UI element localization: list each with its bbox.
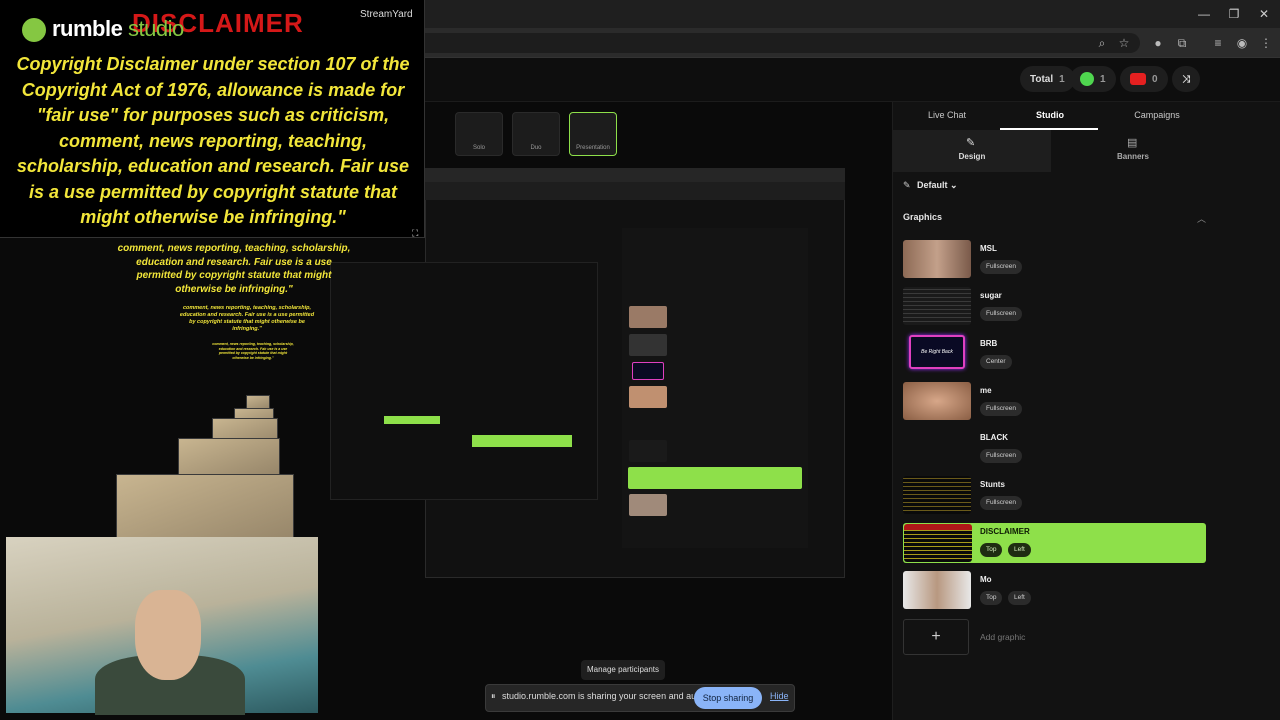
- position-tag: Top: [980, 543, 1003, 557]
- graphic-item-black[interactable]: BLACK Fullscreen: [903, 429, 1206, 469]
- rumble-studio-logo: rumble studio: [52, 16, 184, 41]
- graphic-item-sugar[interactable]: sugar Fullscreen: [903, 287, 1206, 327]
- graphic-thumbnail: [903, 571, 971, 609]
- stop-sharing-button[interactable]: Stop sharing: [694, 687, 762, 709]
- youtube-destination-pill[interactable]: 0: [1120, 66, 1168, 92]
- tab-campaigns[interactable]: Campaigns: [1107, 110, 1207, 120]
- layout-solo[interactable]: Solo: [455, 112, 503, 156]
- nested-browser-chrome: [425, 168, 845, 182]
- layout-duo[interactable]: Duo: [512, 112, 560, 156]
- nested-thumb: [632, 362, 664, 380]
- graphics-section-title: Graphics: [903, 212, 943, 222]
- tab-live-chat[interactable]: Live Chat: [897, 110, 997, 120]
- total-label: Total: [1030, 73, 1054, 85]
- nested-highlight-row: [628, 467, 802, 489]
- position-tag: Top: [980, 591, 1003, 605]
- add-graphic-button[interactable]: +: [903, 619, 969, 655]
- nested-thumb: [629, 306, 667, 328]
- chevron-up-icon[interactable]: ︿: [1197, 212, 1206, 225]
- subtab-design[interactable]: Design: [902, 152, 1042, 161]
- nested-address-bar: [425, 182, 845, 200]
- rumble-logo-icon: [22, 18, 46, 42]
- graphic-item-mo[interactable]: Mo Top Left: [903, 571, 1206, 611]
- graphic-thumbnail: [903, 287, 971, 325]
- theme-selector[interactable]: Default ⌄: [917, 180, 958, 191]
- zoom-icon[interactable]: ⌕: [1094, 35, 1110, 51]
- graphic-thumbnail: [903, 382, 971, 420]
- rumble-count: 1: [1100, 73, 1106, 85]
- nested-screen-share-deep: [330, 262, 598, 500]
- position-tag: Fullscreen: [980, 449, 1022, 463]
- graphic-thumbnail: [903, 240, 971, 278]
- disclaimer-text: Copyright Disclaimer under section 107 o…: [16, 54, 410, 227]
- nested-thumb: [629, 386, 667, 408]
- position-tag: Left: [1008, 591, 1031, 605]
- webcam-person-face: [135, 590, 201, 680]
- disclaimer-echo: comment, news reporting, teaching, schol…: [117, 243, 351, 295]
- bookmark-star-icon[interactable]: ☆: [1116, 35, 1132, 51]
- graphic-item-disclaimer[interactable]: DISCLAIMER Top Left: [903, 523, 1206, 563]
- graphic-item-brb[interactable]: Be Right Back BRB Center: [903, 335, 1206, 375]
- fullscreen-icon[interactable]: ⛶: [412, 228, 418, 239]
- restore-icon[interactable]: ❐: [1226, 6, 1242, 22]
- subtab-banners[interactable]: Banners: [1063, 152, 1203, 161]
- graphic-item-me[interactable]: me Fullscreen: [903, 382, 1206, 422]
- tab-studio[interactable]: Studio: [1000, 110, 1100, 120]
- graphic-item-msl[interactable]: MSL Fullscreen: [903, 240, 1206, 280]
- extension-icon[interactable]: ●: [1150, 35, 1166, 51]
- graphic-thumbnail: [904, 524, 972, 562]
- shuffle-icon: ⤨: [1182, 73, 1190, 85]
- minimize-icon[interactable]: —: [1196, 6, 1212, 22]
- profile-avatar[interactable]: ◉: [1234, 35, 1250, 51]
- position-tag: Fullscreen: [980, 402, 1022, 416]
- add-graphic-label[interactable]: Add graphic: [980, 632, 1025, 642]
- youtube-icon: [1130, 73, 1146, 85]
- graphic-item-stunts[interactable]: Stunts Fullscreen: [903, 476, 1206, 516]
- disclaimer-echo: comment, news reporting, teaching, schol…: [179, 305, 315, 332]
- graphic-thumbnail: [903, 476, 971, 514]
- position-tag: Center: [980, 355, 1012, 369]
- streamyard-brand: StreamYard: [360, 9, 413, 20]
- total-destinations-pill[interactable]: Total 1: [1020, 66, 1075, 92]
- rumble-icon: [1080, 72, 1094, 86]
- total-count: 1: [1059, 73, 1065, 85]
- nested-thumb: [629, 494, 667, 516]
- manage-participants-button[interactable]: Manage participants: [581, 660, 665, 680]
- graphic-thumbnail: [903, 429, 971, 467]
- position-tag: Fullscreen: [980, 307, 1022, 321]
- share-status-text: studio.rumble.com is sharing your screen…: [502, 691, 711, 701]
- nested-thumb: [629, 334, 667, 356]
- banner-icon: ▤: [1127, 137, 1138, 149]
- deep-highlight-row-2: [384, 416, 440, 424]
- address-bar[interactable]: b: [320, 33, 1140, 53]
- media-icon[interactable]: ≡: [1210, 35, 1226, 51]
- browser-menu-icon[interactable]: ⋮: [1258, 35, 1274, 51]
- position-tag: Fullscreen: [980, 260, 1022, 274]
- close-icon[interactable]: ✕: [1256, 6, 1272, 22]
- pause-icon: ⏸: [491, 691, 496, 701]
- graphic-thumbnail: Be Right Back: [909, 335, 965, 369]
- youtube-count: 0: [1152, 73, 1158, 85]
- shuffle-button[interactable]: ⤨: [1172, 66, 1200, 92]
- rumble-destination-pill[interactable]: 1: [1070, 66, 1116, 92]
- theme-edit-icon: ✎: [903, 180, 911, 190]
- chevron-down-icon: ⌄: [950, 180, 958, 190]
- deep-highlight-row: [472, 435, 572, 447]
- disclaimer-echo: comment, news reporting, teaching, schol…: [212, 342, 294, 360]
- position-tag: Left: [1008, 543, 1031, 557]
- plus-icon: +: [931, 628, 941, 645]
- puzzle-icon[interactable]: ⧉: [1174, 35, 1190, 51]
- layout-presentation[interactable]: Presentation: [569, 112, 617, 156]
- pencil-icon: ✎: [966, 137, 976, 149]
- position-tag: Fullscreen: [980, 496, 1022, 510]
- nested-thumb: [629, 440, 667, 462]
- hide-link[interactable]: Hide: [770, 691, 789, 701]
